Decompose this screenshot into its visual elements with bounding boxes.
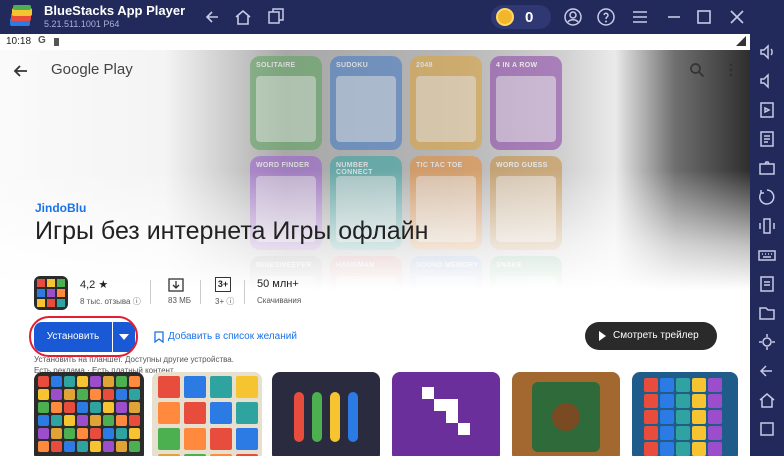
more-options-icon[interactable]	[724, 62, 738, 78]
screenshot-carousel[interactable]	[0, 372, 750, 456]
rotate-icon[interactable]	[757, 187, 777, 207]
google-status-icon: G	[38, 35, 46, 46]
maximize-icon[interactable]	[694, 7, 714, 27]
stat-divider	[244, 280, 245, 304]
volume-down-icon[interactable]	[757, 71, 777, 91]
watch-trailer-label: Смотреть трейлер	[613, 330, 699, 341]
recents-nav-icon[interactable]	[757, 419, 777, 439]
multi-instance-icon[interactable]	[266, 7, 286, 27]
back-icon[interactable]	[203, 7, 223, 27]
add-to-wishlist-link[interactable]: Добавить в список желаний	[168, 331, 297, 342]
play-icon	[599, 331, 606, 341]
title-bar: BlueStacks App Player 5.21.511.1001 P64 …	[0, 0, 784, 34]
right-toolbar	[750, 34, 784, 456]
download-size-icon	[168, 278, 184, 292]
signal-icon	[736, 36, 746, 46]
screenshot-thumbnail[interactable]	[392, 372, 500, 456]
search-icon[interactable]	[689, 62, 705, 78]
media-manager-icon[interactable]	[757, 100, 777, 120]
app-name: BlueStacks App Player	[44, 3, 186, 18]
status-bar: 10:18 G	[0, 34, 750, 50]
developer-link[interactable]: JindoBlu	[35, 201, 86, 215]
screenshot-thumbnail[interactable]	[512, 372, 620, 456]
age-rating-badge: 3+	[215, 277, 231, 292]
coin-count: 0	[525, 9, 534, 26]
status-time: 10:18	[6, 36, 32, 47]
keyboard-controls-icon[interactable]	[757, 245, 777, 265]
android-screen: 10:18 G SOLITAIRESUDOKU20484 IN A ROWWOR…	[0, 34, 750, 456]
reviews-count[interactable]: 8 тыс. отзыва ⓘ	[80, 296, 150, 307]
downloads-label: Скачивания	[257, 296, 302, 305]
coin-balance[interactable]: 0	[491, 5, 551, 29]
back-arrow-icon[interactable]	[12, 62, 30, 80]
home-nav-icon[interactable]	[757, 390, 777, 410]
install-apk-icon[interactable]	[757, 129, 777, 149]
account-icon[interactable]	[563, 7, 583, 27]
settings-icon[interactable]	[757, 332, 777, 352]
screenshot-thumbnail[interactable]	[34, 372, 144, 456]
screenshot-thumbnail[interactable]	[152, 372, 262, 456]
back-nav-icon[interactable]	[757, 361, 777, 381]
rating-value: 4,2 ★	[80, 279, 109, 291]
app-title: Игры без интернета Игры офлайн	[35, 217, 429, 245]
bluestacks-logo	[10, 5, 32, 26]
shake-icon[interactable]	[757, 216, 777, 236]
home-icon[interactable]	[233, 7, 253, 27]
app-version: 5.21.511.1001 P64	[44, 19, 120, 29]
google-play-logo: Google Play	[51, 61, 133, 78]
screenshot-thumbnail[interactable]	[272, 372, 380, 456]
install-info: Установить на планшет. Доступны другие у…	[34, 355, 234, 364]
stat-divider	[150, 280, 151, 304]
coin-icon	[496, 8, 514, 26]
downloads-value: 50 млн+	[257, 278, 299, 290]
folder-icon[interactable]	[757, 303, 777, 323]
apk-icon[interactable]	[757, 274, 777, 294]
close-icon[interactable]	[727, 7, 747, 27]
minimize-icon[interactable]	[664, 7, 684, 27]
screenshot-icon[interactable]	[757, 158, 777, 178]
battery-icon	[54, 38, 59, 46]
stat-divider	[200, 280, 201, 304]
menu-icon[interactable]	[630, 7, 650, 27]
watch-trailer-button[interactable]: Смотреть трейлер	[585, 322, 717, 350]
help-icon[interactable]	[596, 7, 616, 27]
highlight-circle	[29, 316, 138, 357]
volume-up-icon[interactable]	[757, 42, 777, 62]
screenshot-thumbnail[interactable]	[632, 372, 738, 456]
play-store-page: SOLITAIRESUDOKU20484 IN A ROWWORD FINDER…	[0, 50, 750, 456]
wishlist-bookmark-icon	[154, 331, 164, 343]
app-icon	[34, 276, 68, 310]
